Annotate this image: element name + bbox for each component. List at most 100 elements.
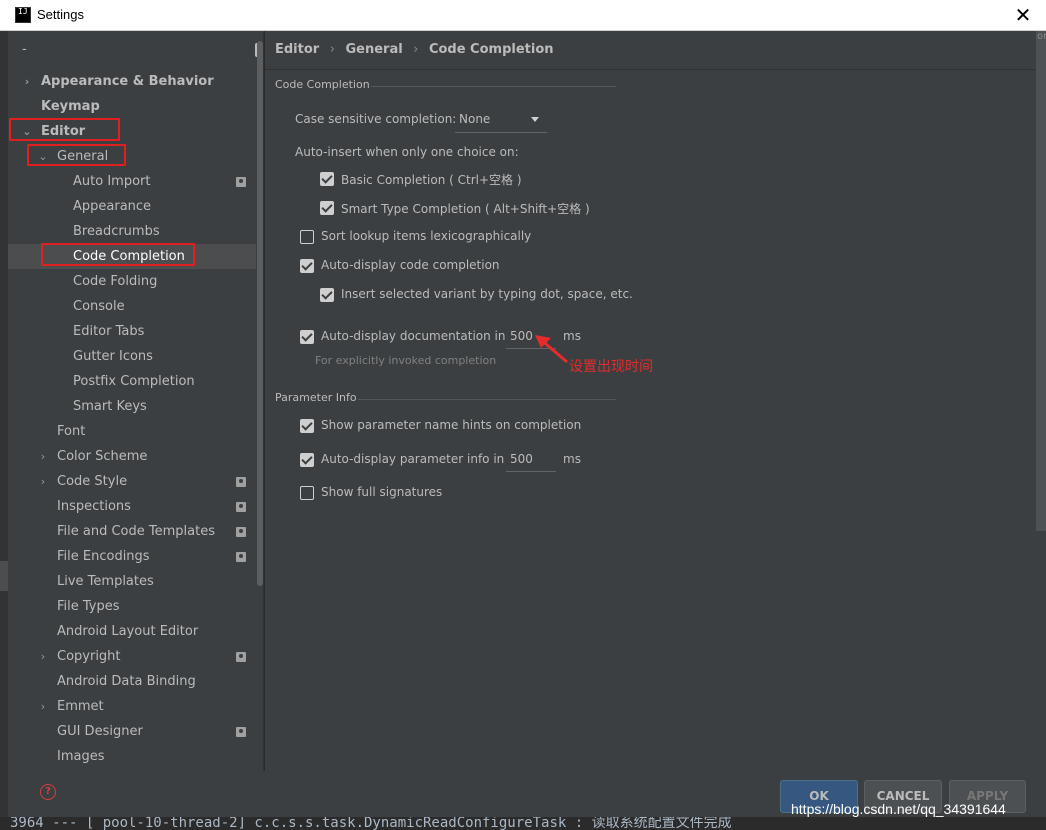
show-full-signatures-label[interactable]: Show full signatures (321, 485, 442, 499)
smart-type-completion-checkbox[interactable] (320, 201, 334, 215)
sidebar-item-android-layout-editor[interactable]: Android Layout Editor (8, 619, 256, 644)
sidebar-item-breadcrumbs[interactable]: Breadcrumbs (8, 219, 256, 244)
param-info-delay-value: 500 (510, 452, 533, 466)
sidebar-item-code-style[interactable]: › Code Style (8, 469, 256, 494)
highlight-editor (9, 118, 120, 141)
auto-display-completion-label[interactable]: Auto-display code completion (321, 258, 500, 272)
search-value: - (22, 42, 27, 57)
sidebar-item-file-types[interactable]: File Types (8, 594, 256, 619)
basic-completion-label[interactable]: Basic Completion ( Ctrl+空格 ) (341, 171, 522, 188)
chevron-right-icon[interactable]: › (37, 644, 49, 669)
sidebar-item-gui-designer[interactable]: GUI Designer (8, 719, 256, 744)
settings-search-input[interactable]: - (14, 40, 260, 62)
sort-lexicographically-checkbox[interactable] (300, 230, 314, 244)
auto-display-documentation-label[interactable]: Auto-display documentation in (321, 329, 505, 343)
project-scope-icon (236, 727, 246, 737)
auto-display-param-info-label[interactable]: Auto-display parameter info in (321, 452, 504, 466)
sidebar-item-label: Postfix Completion (73, 374, 195, 389)
sort-lexicographically-label[interactable]: Sort lookup items lexicographically (321, 229, 531, 243)
help-icon[interactable]: ? (40, 784, 56, 800)
sidebar-item-copyright[interactable]: › Copyright (8, 644, 256, 669)
ide-left-edge (0, 31, 8, 830)
sidebar-item-label: Images (57, 749, 105, 764)
window-title-bar: IJ Settings ✕ (0, 0, 1046, 31)
close-icon[interactable]: ✕ (1011, 2, 1035, 28)
sidebar-item-label: Android Data Binding (57, 674, 196, 689)
sidebar-item-code-folding[interactable]: Code Folding (8, 269, 256, 294)
chevron-right-icon[interactable]: › (21, 69, 33, 94)
breadcrumb: Editor › General › Code Completion (275, 42, 560, 57)
sidebar-item-editor-tabs[interactable]: Editor Tabs (8, 319, 256, 344)
auto-display-completion-checkbox[interactable] (300, 259, 314, 273)
sidebar-item-label: GUI Designer (57, 724, 143, 739)
watermark-text: https://blog.csdn.net/qq_34391644 (791, 801, 1006, 817)
sidebar-item-live-templates[interactable]: Live Templates (8, 569, 256, 594)
sidebar-item-keymap[interactable]: Keymap (8, 94, 256, 119)
console-line: 3964 --- [ pool-10-thread-2] c.c.s.s.tas… (10, 817, 732, 830)
basic-completion-checkbox[interactable] (320, 172, 334, 186)
smart-type-completion-label[interactable]: Smart Type Completion ( Alt+Shift+空格 ) (341, 200, 590, 217)
section-title-code-completion: Code Completion (275, 78, 370, 91)
ide-console-output: 3964 --- [ pool-10-thread-2] c.c.s.s.tas… (0, 817, 1046, 830)
sidebar-item-font[interactable]: Font (8, 419, 256, 444)
sidebar-item-label: Gutter Icons (73, 349, 153, 364)
breadcrumb-divider (265, 69, 1036, 70)
settings-sidebar: - › Appearance & Behavior Keymap ⌄ Editor ⌄ Ge… (8, 31, 264, 771)
sidebar-item-postfix-completion[interactable]: Postfix Completion (8, 369, 256, 394)
auto-display-param-info-checkbox[interactable] (300, 453, 314, 467)
sidebar-item-inspections[interactable]: Inspections (8, 494, 256, 519)
breadcrumb-separator-icon: › (413, 42, 419, 57)
insert-selected-variant-checkbox[interactable] (320, 288, 334, 302)
sidebar-item-android-data-binding[interactable]: Android Data Binding (8, 669, 256, 694)
param-info-delay-input[interactable]: 500 (506, 448, 556, 472)
auto-display-documentation-checkbox[interactable] (300, 330, 314, 344)
section-divider (358, 399, 616, 400)
sidebar-item-label: File Encodings (57, 549, 150, 564)
project-scope-icon (236, 527, 246, 537)
param-info-delay-unit: ms (563, 452, 581, 466)
show-name-hints-label[interactable]: Show parameter name hints on completion (321, 418, 581, 432)
sidebar-scrollbar[interactable] (257, 41, 263, 586)
sidebar-item-label: File and Code Templates (57, 524, 215, 539)
settings-content-panel: Editor › General › Code Completion Code … (265, 31, 1036, 771)
sidebar-item-images[interactable]: Images (8, 744, 256, 769)
breadcrumb-editor[interactable]: Editor (275, 42, 319, 57)
breadcrumb-general[interactable]: General (345, 42, 402, 57)
dropdown-arrow-icon (531, 117, 539, 122)
sidebar-item-emmet[interactable]: › Emmet (8, 694, 256, 719)
case-sensitive-value: None (459, 112, 491, 126)
show-full-signatures-checkbox[interactable] (300, 486, 314, 500)
sidebar-item-label: Inspections (57, 499, 131, 514)
intellij-app-icon: IJ (15, 7, 31, 23)
show-name-hints-checkbox[interactable] (300, 419, 314, 433)
sidebar-item-appearance[interactable]: Appearance (8, 194, 256, 219)
sidebar-item-gutter-icons[interactable]: Gutter Icons (8, 344, 256, 369)
sidebar-item-smart-keys[interactable]: Smart Keys (8, 394, 256, 419)
section-title-parameter-info: Parameter Info (275, 391, 357, 404)
auto-insert-label: Auto-insert when only one choice on: (295, 145, 519, 159)
sidebar-item-label: Code Style (57, 474, 128, 489)
sidebar-item-appearance-behavior[interactable]: › Appearance & Behavior (8, 69, 256, 94)
section-divider (371, 86, 616, 87)
project-scope-icon (236, 177, 246, 187)
sidebar-item-color-scheme[interactable]: › Color Scheme (8, 444, 256, 469)
chevron-right-icon[interactable]: › (37, 444, 49, 469)
sidebar-item-label: Code Folding (73, 274, 158, 289)
sidebar-item-console[interactable]: Console (8, 294, 256, 319)
sidebar-item-file-encodings[interactable]: File Encodings (8, 544, 256, 569)
annotation-arrow-icon (535, 335, 568, 364)
sidebar-item-label: Keymap (41, 99, 100, 114)
sidebar-item-label: Copyright (57, 649, 121, 664)
project-scope-icon (236, 502, 246, 512)
sidebar-item-label: Auto Import (73, 174, 151, 189)
sidebar-item-auto-import[interactable]: Auto Import (8, 169, 256, 194)
ide-gutter-marker (0, 561, 8, 591)
chevron-right-icon[interactable]: › (37, 694, 49, 719)
chevron-right-icon[interactable]: › (37, 469, 49, 494)
insert-selected-variant-label[interactable]: Insert selected variant by typing dot, s… (341, 287, 633, 301)
window-title: Settings (37, 7, 84, 22)
case-sensitive-dropdown[interactable]: None (455, 107, 547, 133)
ide-right-edge: or (1036, 31, 1046, 830)
sidebar-item-file-and-code-templates[interactable]: File and Code Templates (8, 519, 256, 544)
breadcrumb-separator-icon: › (329, 42, 335, 57)
